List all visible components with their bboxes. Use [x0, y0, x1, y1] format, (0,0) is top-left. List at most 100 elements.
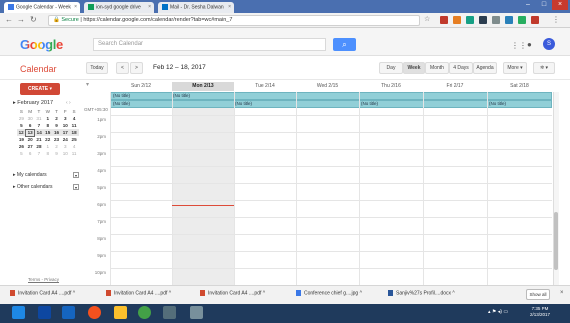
bookmark-star-icon[interactable]: ☆ [424, 15, 430, 23]
menu-dots-icon[interactable]: ⋮ [552, 15, 560, 24]
chrome-icon[interactable] [138, 306, 151, 319]
mini-calendar-day[interactable]: 17 [60, 129, 70, 136]
allday-event[interactable]: (No title) (No title) (No title) (No title) [110, 100, 552, 108]
mini-calendar-day[interactable]: 21 [35, 136, 44, 143]
allday-event[interactable]: (No title) (No title) [110, 92, 552, 100]
download-item[interactable]: Sanjiv%27s Profil....docx ^ [388, 290, 455, 296]
avatar[interactable]: S [543, 38, 555, 50]
tab-drive[interactable]: ion-syd google drive × [84, 2, 154, 13]
close-tab-icon[interactable]: × [74, 4, 77, 10]
view-4days-button[interactable]: 4 Days [449, 62, 473, 74]
url-field[interactable]: 🔒 Secure | https://calendar.google.com/c… [48, 15, 420, 26]
mini-calendar-day[interactable]: 2 [52, 115, 61, 122]
create-button[interactable]: CREATE ▾ [20, 83, 60, 95]
collapse-arrow-icon[interactable]: ▾ [86, 81, 89, 88]
day-header-sun[interactable]: Sun 2/12 [110, 83, 172, 89]
internet-explorer-icon[interactable] [62, 306, 75, 319]
mini-calendar-day[interactable]: 29 [17, 115, 26, 122]
reload-icon[interactable]: ↻ [30, 15, 37, 24]
close-tab-icon[interactable]: × [148, 4, 151, 10]
mini-calendar-day[interactable]: 31 [35, 115, 44, 122]
media-player-icon[interactable] [38, 306, 51, 319]
firefox-icon[interactable] [88, 306, 101, 319]
mini-calendar-day[interactable]: 6 [26, 150, 35, 157]
extension-icon[interactable] [453, 16, 461, 24]
mini-calendar-title[interactable]: ▸ February 2017 [13, 100, 53, 106]
search-button[interactable]: ⌕ [333, 38, 356, 51]
close-downloads-icon[interactable]: × [560, 290, 564, 296]
day-header-wed[interactable]: Wed 2/15 [296, 83, 359, 89]
mini-calendar-day[interactable]: 27 [26, 143, 35, 150]
mini-calendar-day[interactable]: 14 [34, 129, 44, 136]
file-explorer-icon[interactable] [114, 306, 127, 319]
mini-calendar-day[interactable]: 25 [70, 136, 79, 143]
day-header-tue[interactable]: Tue 2/14 [234, 83, 296, 89]
other-calendars-toggle[interactable]: ▸ Other calendars [13, 184, 52, 190]
view-agenda-button[interactable]: Agenda [473, 62, 497, 74]
day-header-thu[interactable]: Thu 2/16 [359, 83, 423, 89]
mini-calendar-day[interactable]: 26 [17, 143, 26, 150]
next-week-button[interactable]: > [130, 62, 143, 74]
mini-calendar-day[interactable]: 7 [35, 122, 44, 129]
mini-calendar-nav[interactable]: ‹ › [66, 100, 71, 106]
extension-icon[interactable] [440, 16, 448, 24]
extension-icon[interactable] [531, 16, 539, 24]
mini-calendar-day[interactable]: 8 [43, 150, 52, 157]
notifications-icon[interactable]: ● [527, 40, 532, 49]
my-calendars-menu-icon[interactable]: ▾ [73, 172, 79, 178]
google-logo[interactable]: Google [20, 37, 63, 52]
view-month-button[interactable]: Month [425, 62, 449, 74]
mini-calendar-day[interactable]: 8 [43, 122, 52, 129]
start-windows-icon[interactable] [12, 306, 25, 319]
settings-gear-button[interactable]: ✲ ▾ [533, 62, 555, 74]
mini-calendar-day[interactable]: 6 [26, 122, 35, 129]
extension-icon[interactable] [518, 16, 526, 24]
view-day-button[interactable]: Day [379, 62, 403, 74]
mini-calendar-day[interactable]: 9 [52, 122, 61, 129]
forward-arrow-icon[interactable]: → [17, 15, 25, 24]
mini-calendar-day[interactable]: 15 [43, 129, 53, 136]
more-button[interactable]: More ▾ [503, 62, 527, 74]
download-item[interactable]: Invitation Card A4 ....pdf ^ [200, 290, 265, 296]
download-item[interactable]: Invitation Card A4 ....pdf ^ [10, 290, 75, 296]
mini-calendar-day[interactable]: 13 [25, 128, 36, 137]
system-clock[interactable]: 7:35 PM 2/13/2017 [530, 306, 550, 318]
mini-calendar-day[interactable]: 16 [52, 129, 61, 136]
my-calendars-toggle[interactable]: ▸ My calendars [13, 172, 47, 178]
close-tab-icon[interactable]: × [228, 4, 231, 10]
mini-calendar-day[interactable]: 24 [61, 136, 70, 143]
mini-calendar-day[interactable]: 11 [70, 150, 79, 157]
tab-mail[interactable]: Mail - Dr. Sesha Dalwan × [158, 2, 234, 13]
mini-calendar-day[interactable]: 5 [17, 150, 26, 157]
mini-calendar-day[interactable]: 4 [70, 115, 79, 122]
mini-calendar-day[interactable]: 7 [35, 150, 44, 157]
mini-calendar-day[interactable]: 19 [17, 136, 26, 143]
extension-icon[interactable] [505, 16, 513, 24]
extension-icon[interactable] [479, 16, 487, 24]
other-calendars-menu-icon[interactable]: ▾ [73, 184, 79, 190]
extension-icon[interactable] [492, 16, 500, 24]
today-button[interactable]: Today [86, 62, 108, 74]
apps-grid-icon[interactable]: ⋮⋮ [511, 41, 527, 50]
system-tray-icons[interactable]: ▴ ⚑ ◂) ▭ [488, 309, 508, 315]
mini-calendar-day[interactable]: 4 [70, 143, 79, 150]
search-input[interactable]: Search Calendar [93, 38, 326, 51]
app-icon[interactable] [163, 306, 176, 319]
back-arrow-icon[interactable]: ← [5, 15, 13, 24]
mini-calendar-day[interactable]: 18 [69, 129, 79, 136]
day-header-sat[interactable]: Sat 2/18 [487, 83, 552, 89]
mini-calendar-day[interactable]: 3 [61, 143, 70, 150]
extension-icon[interactable] [466, 16, 474, 24]
close-window-icon[interactable]: × [552, 0, 568, 10]
mini-calendar-day[interactable]: 2 [52, 143, 61, 150]
mini-calendar-day[interactable]: 23 [52, 136, 61, 143]
mini-calendar-day[interactable]: 1 [43, 115, 52, 122]
mini-calendar-day[interactable]: 3 [61, 115, 70, 122]
mini-calendar-day[interactable]: 30 [26, 115, 35, 122]
scrollbar-thumb[interactable] [554, 212, 558, 270]
view-week-button[interactable]: Week [403, 62, 425, 74]
minimize-icon[interactable]: – [520, 0, 536, 10]
download-item[interactable]: Conference chief g....jpg ^ [296, 290, 362, 296]
day-header-fri[interactable]: Fri 2/17 [423, 83, 487, 89]
mini-calendar-day[interactable]: 10 [61, 122, 70, 129]
